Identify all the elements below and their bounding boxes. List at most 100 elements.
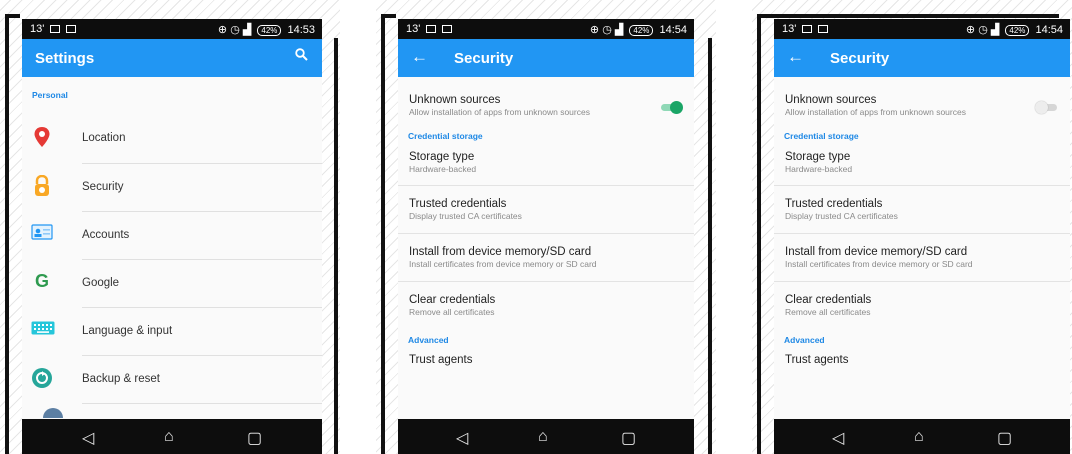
backup-restore-icon bbox=[31, 367, 53, 389]
setting-subtitle: Remove all certificates bbox=[409, 307, 495, 317]
page-title: Security bbox=[454, 50, 514, 67]
status-right: ⊕ ◷ ▟ 42% 14:54 bbox=[966, 23, 1063, 36]
setting-title: Unknown sources bbox=[785, 94, 877, 106]
setting-unknown-sources[interactable]: Unknown sources Allow installation of ap… bbox=[398, 77, 694, 117]
settings-item-backup-reset[interactable]: Backup & reset bbox=[22, 356, 322, 404]
section-header-advanced: Advanced bbox=[784, 335, 825, 345]
status-time: 14:53 bbox=[287, 24, 315, 36]
setting-title: Install from device memory/SD card bbox=[409, 246, 592, 258]
setting-install-from-sd[interactable]: Install from device memory/SD card Insta… bbox=[774, 234, 1070, 281]
battery-icon: 42% bbox=[629, 24, 654, 36]
unknown-sources-toggle[interactable] bbox=[1035, 101, 1059, 114]
setting-subtitle: Allow installation of apps from unknown … bbox=[409, 107, 590, 117]
setting-clear-credentials[interactable]: Clear credentials Remove all certificate… bbox=[774, 282, 1070, 329]
notification-icon bbox=[66, 25, 77, 34]
home-nav-icon[interactable]: ⌂ bbox=[164, 428, 174, 446]
setting-subtitle: Install certificates from device memory … bbox=[785, 259, 973, 269]
notification-icon bbox=[818, 25, 829, 34]
status-clock-mini: 13' bbox=[782, 23, 797, 35]
setting-trusted-credentials[interactable]: Trusted credentials Display trusted CA c… bbox=[774, 186, 1070, 233]
keyboard-icon bbox=[31, 321, 55, 343]
setting-clear-credentials[interactable]: Clear credentials Remove all certificate… bbox=[398, 282, 694, 329]
location-pin-icon bbox=[31, 126, 53, 148]
notification-icon bbox=[426, 25, 437, 34]
signal-icon: ▟ bbox=[990, 24, 1000, 36]
settings-item-label: Google bbox=[82, 277, 120, 289]
battery-icon: 42% bbox=[1005, 24, 1030, 36]
section-header-advanced: Advanced bbox=[408, 335, 449, 345]
status-right: ⊕ ◷ ▟ 42% 14:54 bbox=[590, 23, 687, 36]
setting-unknown-sources[interactable]: Unknown sources Allow installation of ap… bbox=[774, 77, 1070, 117]
home-nav-icon[interactable]: ⌂ bbox=[538, 428, 548, 446]
navigation-bar: ◁ ⌂ ▢ bbox=[398, 419, 694, 454]
frame-edge bbox=[5, 14, 20, 18]
setting-trust-agents[interactable]: Trust agents bbox=[398, 354, 694, 366]
search-icon[interactable] bbox=[295, 48, 308, 65]
frame-edge bbox=[5, 14, 9, 454]
alarm-icon: ◷ bbox=[230, 24, 240, 36]
section-header-credential-storage: Credential storage bbox=[784, 131, 859, 141]
setting-trust-agents[interactable]: Trust agents bbox=[774, 354, 1070, 366]
setting-title: Trusted credentials bbox=[785, 198, 883, 210]
setting-title: Unknown sources bbox=[409, 94, 501, 106]
setting-subtitle: Allow installation of apps from unknown … bbox=[785, 107, 966, 117]
status-left: 13' bbox=[30, 23, 77, 35]
settings-item-security[interactable]: Security bbox=[22, 164, 322, 212]
phone-screen: 13' ⊕ ◷ ▟ 42% 14:54 ← Security Unknown s… bbox=[774, 19, 1070, 454]
frame-edge bbox=[334, 38, 338, 454]
status-bar: 13' ⊕ ◷ ▟ 42% 14:53 bbox=[22, 19, 322, 39]
divider bbox=[82, 403, 322, 404]
back-arrow-icon[interactable]: ← bbox=[411, 47, 428, 67]
setting-storage-type[interactable]: Storage type Hardware-backed bbox=[774, 151, 1070, 185]
back-nav-icon[interactable]: ◁ bbox=[456, 428, 468, 448]
settings-item-location[interactable]: Location bbox=[22, 116, 322, 164]
app-bar: ← Security bbox=[774, 39, 1070, 77]
status-left: 13' bbox=[782, 23, 829, 35]
setting-title: Trusted credentials bbox=[409, 198, 507, 210]
screenshot-panel-settings: 13' ⊕ ◷ ▟ 42% 14:53 Settings Personal Lo… bbox=[0, 0, 340, 454]
setting-title: Storage type bbox=[409, 151, 475, 163]
signal-icon: ▟ bbox=[242, 24, 252, 36]
frame-edge bbox=[381, 14, 385, 454]
recents-nav-icon[interactable]: ▢ bbox=[247, 428, 262, 448]
recents-nav-icon[interactable]: ▢ bbox=[997, 428, 1012, 448]
setting-title: Trust agents bbox=[785, 354, 849, 366]
screenshot-panel-security-disabled: 13' ⊕ ◷ ▟ 42% 14:54 ← Security Unknown s… bbox=[752, 0, 1072, 454]
setting-subtitle: Remove all certificates bbox=[785, 307, 871, 317]
notification-icon bbox=[442, 25, 453, 34]
settings-item-google[interactable]: G Google bbox=[22, 260, 322, 308]
status-clock-mini: 13' bbox=[406, 23, 421, 35]
setting-subtitle: Display trusted CA certificates bbox=[785, 211, 898, 221]
setting-install-from-sd[interactable]: Install from device memory/SD card Insta… bbox=[398, 234, 694, 281]
settings-item-language-input[interactable]: Language & input bbox=[22, 308, 322, 356]
setting-subtitle: Hardware-backed bbox=[409, 164, 477, 174]
back-nav-icon[interactable]: ◁ bbox=[832, 428, 844, 448]
unknown-sources-toggle[interactable] bbox=[659, 101, 683, 114]
status-left: 13' bbox=[406, 23, 453, 35]
setting-storage-type[interactable]: Storage type Hardware-backed bbox=[398, 151, 694, 185]
settings-item-accounts[interactable]: Accounts bbox=[22, 212, 322, 260]
setting-title: Storage type bbox=[785, 151, 851, 163]
status-bar: 13' ⊕ ◷ ▟ 42% 14:54 bbox=[398, 19, 694, 39]
sync-icon: ⊕ bbox=[589, 24, 600, 36]
back-nav-icon[interactable]: ◁ bbox=[82, 428, 94, 448]
settings-item-label: Language & input bbox=[82, 325, 173, 337]
app-bar: Settings bbox=[22, 39, 322, 77]
lock-icon bbox=[31, 174, 53, 197]
setting-trusted-credentials[interactable]: Trusted credentials Display trusted CA c… bbox=[398, 186, 694, 233]
setting-subtitle: Hardware-backed bbox=[785, 164, 853, 174]
section-header-credential-storage: Credential storage bbox=[408, 131, 483, 141]
toggle-thumb bbox=[1035, 101, 1048, 114]
home-nav-icon[interactable]: ⌂ bbox=[914, 428, 924, 446]
signal-icon: ▟ bbox=[614, 24, 624, 36]
toggle-thumb bbox=[670, 101, 683, 114]
settings-item-label: Security bbox=[82, 181, 124, 193]
page-title: Security bbox=[830, 50, 890, 67]
phone-screen: 13' ⊕ ◷ ▟ 42% 14:54 ← Security Unknown s… bbox=[398, 19, 694, 454]
frame-edge bbox=[381, 14, 396, 18]
status-time: 14:54 bbox=[1035, 24, 1063, 36]
phone-screen: 13' ⊕ ◷ ▟ 42% 14:53 Settings Personal Lo… bbox=[22, 19, 322, 454]
back-arrow-icon[interactable]: ← bbox=[787, 47, 804, 67]
alarm-icon: ◷ bbox=[602, 24, 612, 36]
recents-nav-icon[interactable]: ▢ bbox=[621, 428, 636, 448]
